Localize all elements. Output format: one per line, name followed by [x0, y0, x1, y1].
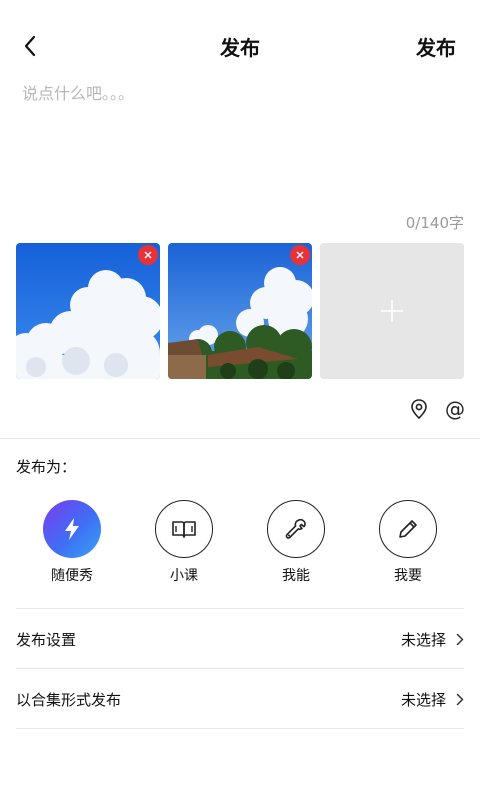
publish-type-options: 随便秀 小课 我能 我要	[16, 500, 464, 585]
type-option-show[interactable]: 随便秀	[27, 500, 117, 585]
row-value: 未选择	[400, 690, 446, 709]
mention-button[interactable]: @	[444, 396, 466, 422]
pencil-icon	[399, 520, 417, 538]
type-option-class[interactable]: 小课	[139, 500, 229, 585]
add-photo-button[interactable]	[320, 243, 464, 379]
row-label: 以合集形式发布	[16, 690, 122, 709]
row-label: 发布设置	[16, 630, 77, 649]
type-option-can-circle	[267, 500, 325, 558]
type-option-show-circle	[43, 500, 101, 558]
book-icon	[172, 521, 196, 538]
photo-grid	[16, 243, 464, 379]
row-divider	[16, 728, 464, 729]
type-option-label: 随便秀	[51, 568, 93, 584]
collection-publish-row[interactable]: 以合集形式发布 未选择	[16, 669, 464, 729]
page-title: 发布	[220, 36, 260, 60]
type-option-can[interactable]: 我能	[251, 500, 341, 585]
type-option-label: 我能	[282, 568, 310, 584]
photo-2-image	[168, 243, 312, 379]
row-value-group: 未选择	[401, 689, 464, 710]
close-icon	[296, 251, 304, 259]
chevron-right-icon	[456, 633, 464, 645]
header: 发布 发布	[0, 0, 480, 92]
plus-icon	[381, 300, 403, 322]
close-icon	[144, 251, 152, 259]
remove-photo-2-button[interactable]	[290, 245, 310, 265]
section-divider	[0, 438, 480, 439]
remove-photo-1-button[interactable]	[138, 245, 158, 265]
row-value-group: 未选择	[401, 629, 464, 650]
location-pin-icon	[411, 399, 427, 420]
photo-1-image	[16, 243, 160, 379]
location-button[interactable]	[408, 396, 430, 422]
post-content-input[interactable]	[22, 80, 458, 200]
chevron-right-icon	[456, 693, 464, 705]
post-tools: @	[408, 396, 466, 422]
publish-as-label: 发布为：	[16, 458, 77, 476]
character-counter: 0/140字	[405, 214, 464, 232]
row-value: 未选择	[400, 630, 446, 649]
type-option-label: 我要	[394, 568, 422, 584]
publish-settings-row[interactable]: 发布设置 未选择	[16, 609, 464, 669]
photo-1[interactable]	[16, 243, 160, 379]
photo-2[interactable]	[168, 243, 312, 379]
lightning-icon	[65, 518, 79, 540]
type-option-label: 小课	[170, 568, 198, 584]
wrench-icon	[285, 518, 306, 539]
type-option-class-circle	[155, 500, 213, 558]
type-option-want-circle	[379, 500, 437, 558]
publish-button[interactable]: 发布	[416, 32, 456, 61]
type-option-want[interactable]: 我要	[363, 500, 453, 585]
